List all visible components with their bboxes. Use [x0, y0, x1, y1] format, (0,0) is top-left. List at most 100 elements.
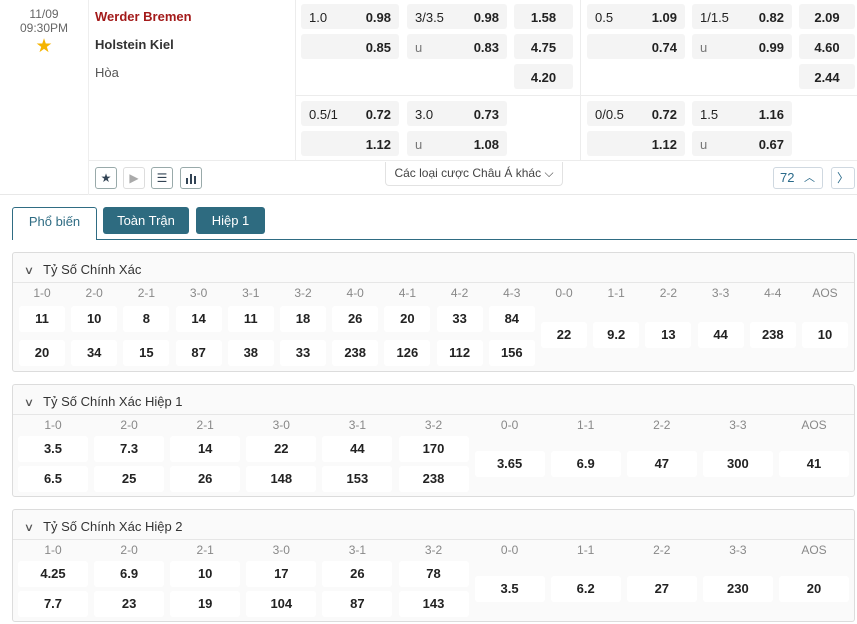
draw-score-odds[interactable]: 6.9 — [550, 451, 621, 477]
draw-score-odds[interactable]: 22 — [541, 322, 587, 348]
home-score-odds[interactable]: 78 — [398, 561, 469, 587]
home-score-odds[interactable]: 3.5 — [18, 436, 88, 462]
home-team[interactable]: Werder Bremen — [95, 9, 192, 24]
home-score-odds[interactable]: 7.3 — [94, 436, 165, 462]
draw-score-odds[interactable]: 230 — [702, 576, 773, 602]
draw-score-odds[interactable]: 20 — [779, 576, 849, 602]
next-arrow-icon[interactable]: 〉 — [831, 167, 855, 189]
home-score-odds[interactable]: 10 — [170, 561, 241, 587]
draw-score-odds[interactable]: 6.2 — [550, 576, 621, 602]
home-score-odds[interactable]: 84 — [488, 306, 535, 332]
home-score-odds[interactable]: 4.25 — [18, 561, 88, 587]
play-icon[interactable]: ▶ — [123, 167, 145, 189]
draw-score-odds[interactable]: 9.2 — [593, 322, 640, 348]
half-handicap-home-odds[interactable]: 0.5 1.09 — [587, 4, 685, 29]
half-over2-odds[interactable]: 1.5 1.16 — [692, 101, 792, 126]
home-score-odds[interactable]: 170 — [398, 436, 469, 462]
away-score-odds[interactable]: 153 — [322, 466, 393, 492]
away-score-odds[interactable]: 87 — [175, 340, 222, 366]
collapse-count-button[interactable]: 72 ︿ — [773, 167, 823, 189]
home-score-odds[interactable]: 14 — [170, 436, 241, 462]
half-1x2-away-odds[interactable]: 4.60 — [799, 34, 855, 59]
half-handicap2-away-odds[interactable]: 1.12 — [587, 131, 685, 156]
draw-score-odds[interactable]: 13 — [645, 322, 692, 348]
home-score-odds[interactable]: 33 — [436, 306, 483, 332]
section-title[interactable]: ∨ Tỷ Số Chính Xác — [24, 262, 142, 277]
away-score-odds[interactable]: 156 — [488, 340, 535, 366]
home-score-odds[interactable]: 17 — [246, 561, 317, 587]
1x2-draw-odds[interactable]: 4.20 — [514, 64, 573, 89]
tab-full-match[interactable]: Toàn Trận — [103, 207, 189, 234]
home-score-odds[interactable]: 44 — [322, 436, 393, 462]
half-1x2-home-odds[interactable]: 2.09 — [799, 4, 855, 29]
home-score-odds[interactable]: 26 — [322, 561, 393, 587]
favorite-star-icon[interactable]: ★ — [0, 37, 88, 57]
away-score-odds[interactable]: 238 — [398, 466, 469, 492]
away-score-odds[interactable]: 126 — [384, 340, 431, 366]
half-over-odds[interactable]: 1/1.5 0.82 — [692, 4, 792, 29]
home-score-odds[interactable]: 6.9 — [94, 561, 165, 587]
draw-score-odds[interactable]: 300 — [702, 451, 773, 477]
draw-score-odds[interactable]: 41 — [779, 451, 849, 477]
away-score-odds[interactable]: 112 — [436, 340, 483, 366]
handicap-home-odds[interactable]: 1.0 0.98 — [301, 4, 399, 29]
more-asian-bets-button[interactable]: Các loại cược Châu Á khác ⌵ — [385, 162, 563, 186]
handicap-away-odds[interactable]: 0.85 — [301, 34, 399, 59]
draw-score-odds[interactable]: 44 — [697, 322, 744, 348]
away-score-odds[interactable]: 238 — [332, 340, 379, 366]
away-score-odds[interactable]: 38 — [227, 340, 274, 366]
score-header: 2-0 — [120, 418, 138, 432]
over2-odds[interactable]: 3.0 0.73 — [407, 101, 507, 126]
home-score-odds[interactable]: 22 — [246, 436, 317, 462]
away-score-odds[interactable]: 143 — [398, 591, 469, 617]
draw-score-odds[interactable]: 27 — [626, 576, 697, 602]
away-score-odds[interactable]: 25 — [94, 466, 165, 492]
away-score-odds[interactable]: 7.7 — [18, 591, 88, 617]
half-handicap2-home-odds[interactable]: 0/0.5 0.72 — [587, 101, 685, 126]
draw-score-odds[interactable]: 10 — [802, 322, 848, 348]
home-score-odds[interactable]: 20 — [384, 306, 431, 332]
away-team[interactable]: Holstein Kiel — [95, 37, 174, 52]
home-score-odds[interactable]: 14 — [175, 306, 222, 332]
under-odds[interactable]: u 0.83 — [407, 34, 507, 59]
section-title[interactable]: ∨ Tỷ Số Chính Xác Hiệp 2 — [24, 519, 183, 534]
score-header: 3-2 — [294, 286, 312, 300]
section-title[interactable]: ∨ Tỷ Số Chính Xác Hiệp 1 — [24, 394, 183, 409]
stats-chart-icon[interactable] — [180, 167, 202, 189]
home-score-odds[interactable]: 8 — [123, 306, 170, 332]
half-under-odds[interactable]: u 0.99 — [692, 34, 792, 59]
home-score-odds[interactable]: 26 — [332, 306, 379, 332]
half-1x2-draw-odds[interactable]: 2.44 — [799, 64, 855, 89]
list-icon[interactable]: ☰ — [151, 167, 173, 189]
home-score-odds[interactable]: 11 — [227, 306, 274, 332]
handicap2-home-odds[interactable]: 0.5/1 0.72 — [301, 101, 399, 126]
half-handicap-away-odds[interactable]: 0.74 — [587, 34, 685, 59]
1x2-home-odds[interactable]: 1.58 — [514, 4, 573, 29]
away-score-odds[interactable]: 148 — [246, 466, 317, 492]
tab-popular[interactable]: Phổ biến — [12, 207, 97, 240]
away-score-odds[interactable]: 19 — [170, 591, 241, 617]
draw-score-odds[interactable]: 3.5 — [474, 576, 545, 602]
away-score-odds[interactable]: 33 — [280, 340, 326, 366]
over-odds[interactable]: 3/3.5 0.98 — [407, 4, 507, 29]
home-score-odds[interactable]: 11 — [19, 306, 65, 332]
under2-odds[interactable]: u 1.08 — [407, 131, 507, 156]
tab-first-half[interactable]: Hiệp 1 — [196, 207, 265, 234]
favorite-star-icon[interactable]: ★ — [95, 167, 117, 189]
away-score-odds[interactable]: 34 — [71, 340, 118, 366]
away-score-odds[interactable]: 26 — [170, 466, 241, 492]
away-score-odds[interactable]: 6.5 — [18, 466, 88, 492]
half-under2-odds[interactable]: u 0.67 — [692, 131, 792, 156]
handicap2-away-odds[interactable]: 1.12 — [301, 131, 399, 156]
draw-score-odds[interactable]: 238 — [749, 322, 796, 348]
away-score-odds[interactable]: 87 — [322, 591, 393, 617]
home-score-odds[interactable]: 10 — [71, 306, 118, 332]
draw-score-odds[interactable]: 3.65 — [474, 451, 545, 477]
away-score-odds[interactable]: 15 — [123, 340, 170, 366]
1x2-away-odds[interactable]: 4.75 — [514, 34, 573, 59]
away-score-odds[interactable]: 104 — [246, 591, 317, 617]
away-score-odds[interactable]: 20 — [19, 340, 65, 366]
away-score-odds[interactable]: 23 — [94, 591, 165, 617]
home-score-odds[interactable]: 18 — [280, 306, 326, 332]
draw-score-odds[interactable]: 47 — [626, 451, 697, 477]
